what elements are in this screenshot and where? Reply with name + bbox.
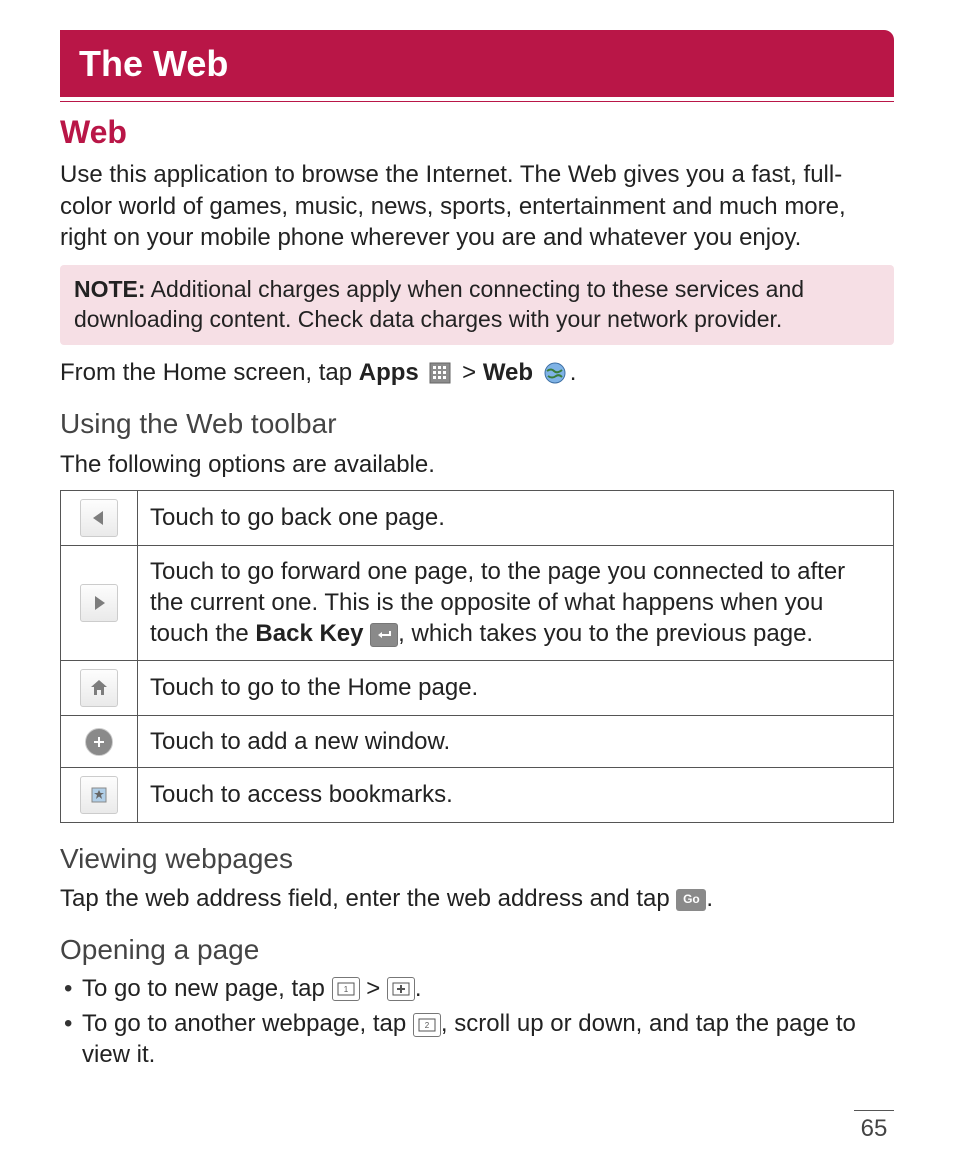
toolbar-heading: Using the Web toolbar (60, 406, 894, 442)
list-item: To go to another webpage, tap 2 , scroll… (60, 1008, 894, 1070)
from-home-pre: From the Home screen, tap (60, 359, 359, 386)
back-key-label: Back Key (255, 620, 363, 647)
globe-icon (540, 358, 570, 388)
from-home-sep: > (462, 359, 483, 386)
apps-grid-icon (425, 358, 455, 388)
opening-list: To go to new page, tap 1 > . To go to an… (60, 973, 894, 1071)
chapter-rule (60, 101, 894, 102)
table-row: Touch to go forward one page, to the pag… (61, 545, 894, 660)
back-arrow-icon (80, 499, 118, 537)
bullet2-pre: To go to another webpage, tap (82, 1010, 413, 1037)
note-box: NOTE: Additional charges apply when conn… (60, 265, 894, 345)
bullet1-mid: > (366, 975, 387, 1002)
icon-cell (61, 767, 138, 822)
toolbar-table: Touch to go back one page. Touch to go f… (60, 490, 894, 823)
apps-label: Apps (359, 359, 419, 386)
bullet1-post: . (415, 975, 422, 1002)
from-home-period: . (570, 359, 577, 386)
icon-cell (61, 715, 138, 767)
window-1-icon: 1 (332, 977, 360, 1001)
viewing-post: . (706, 885, 713, 912)
page: The Web Web Use this application to brow… (0, 0, 954, 1174)
chapter-title-bar: The Web (60, 30, 894, 97)
icon-cell (61, 490, 138, 545)
bullet1-pre: To go to new page, tap (82, 975, 332, 1002)
table-row: Touch to access bookmarks. (61, 767, 894, 822)
page-number-wrap: 65 (60, 1110, 894, 1144)
forward-arrow-icon (80, 584, 118, 622)
intro-paragraph: Use this application to browse the Inter… (60, 159, 894, 253)
note-text: Additional charges apply when connecting… (74, 276, 804, 332)
svg-text:1: 1 (343, 985, 348, 994)
svg-text:2: 2 (425, 1021, 430, 1030)
new-window-plus-icon (387, 977, 415, 1001)
home-icon (80, 669, 118, 707)
table-row: Touch to go back one page. (61, 490, 894, 545)
opening-heading: Opening a page (60, 932, 894, 968)
bookmark-icon (80, 776, 118, 814)
icon-cell (61, 660, 138, 715)
go-button-icon: Go (676, 889, 706, 911)
viewing-heading: Viewing webpages (60, 841, 894, 877)
plus-icon (85, 728, 113, 756)
toolbar-desc: Touch to access bookmarks. (138, 767, 894, 822)
table-row: Touch to add a new window. (61, 715, 894, 767)
section-title: Web (60, 112, 894, 154)
chapter-title: The Web (79, 41, 875, 88)
from-home-line: From the Home screen, tap Apps > Web . (60, 357, 894, 389)
page-number: 65 (854, 1110, 894, 1144)
window-2-icon: 2 (413, 1013, 441, 1037)
web-label: Web (483, 359, 533, 386)
list-item: To go to new page, tap 1 > . (60, 973, 894, 1004)
viewing-pre: Tap the web address field, enter the web… (60, 885, 676, 912)
forward-desc-post: , which takes you to the previous page. (398, 620, 813, 647)
toolbar-lead: The following options are available. (60, 449, 894, 480)
viewing-text: Tap the web address field, enter the web… (60, 883, 894, 914)
toolbar-desc: Touch to add a new window. (138, 715, 894, 767)
toolbar-desc: Touch to go forward one page, to the pag… (138, 545, 894, 660)
note-label: NOTE: (74, 276, 146, 302)
icon-cell (61, 545, 138, 660)
toolbar-desc: Touch to go back one page. (138, 490, 894, 545)
back-key-icon (370, 623, 398, 647)
toolbar-desc: Touch to go to the Home page. (138, 660, 894, 715)
table-row: Touch to go to the Home page. (61, 660, 894, 715)
